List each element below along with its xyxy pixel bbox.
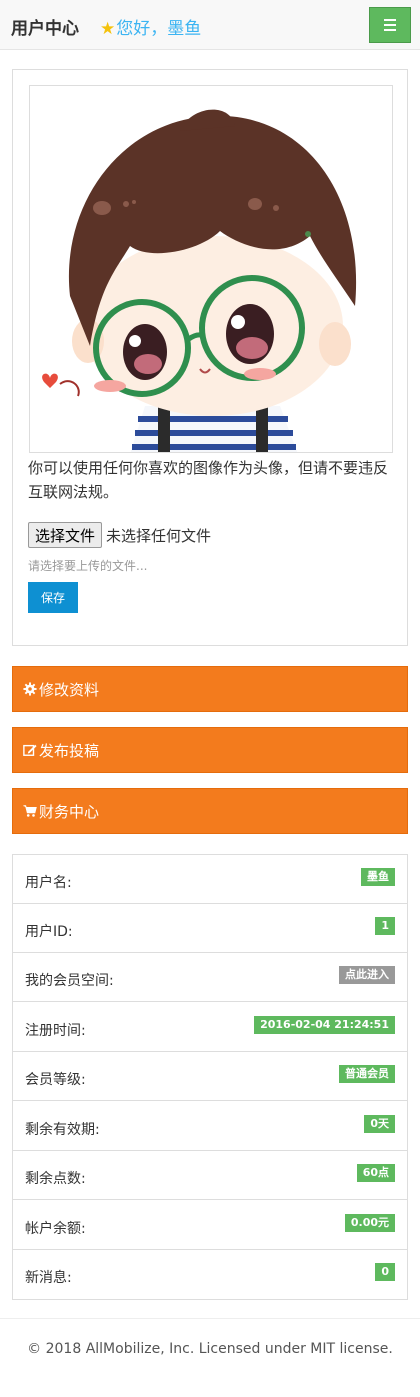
- info-row-points: 剩余点数: 60点: [13, 1151, 407, 1200]
- nav-label: 修改资料: [39, 680, 100, 699]
- info-label: 帐户余额:: [25, 1221, 86, 1237]
- hamburger-menu-button[interactable]: [369, 7, 411, 43]
- info-row-balance: 帐户余额: 0.00元: [13, 1201, 407, 1250]
- member-level-badge: 普通会员: [339, 1065, 395, 1083]
- avatar-panel: 你可以使用任何你喜欢的图像作为头像，但请不要违反互联网法规。 选择文件 未选择任…: [12, 69, 408, 646]
- info-row-user-id: 用户ID: 1: [13, 904, 407, 953]
- file-upload-row: 选择文件 未选择任何文件: [28, 522, 211, 548]
- hamburger-icon: [384, 19, 396, 21]
- messages-badge: 0: [375, 1263, 395, 1281]
- choose-file-button[interactable]: 选择文件: [28, 522, 103, 548]
- info-label: 会员等级:: [25, 1072, 86, 1088]
- info-label: 注册时间:: [25, 1023, 86, 1039]
- username-link[interactable]: 墨鱼: [167, 19, 201, 39]
- username-badge: 墨鱼: [361, 868, 395, 886]
- user-info-list: 用户名: 墨鱼 用户ID: 1 我的会员空间: 点此进入 注册时间: 2016-…: [12, 854, 408, 1300]
- nav-label: 财务中心: [39, 802, 100, 821]
- greeting: ★您好，墨鱼: [100, 14, 201, 39]
- cartoon-avatar-illustration: [30, 86, 392, 452]
- edit-icon: [23, 743, 37, 757]
- page-title: 用户中心: [11, 19, 79, 39]
- greeting-text: 您好，: [116, 19, 168, 39]
- file-status-text: 未选择任何文件: [106, 526, 212, 545]
- info-row-register-time: 注册时间: 2016-02-04 21:24:51: [13, 1003, 407, 1052]
- balance-badge: 0.00元: [344, 1214, 395, 1232]
- register-time-badge: 2016-02-04 21:24:51: [254, 1016, 395, 1034]
- info-label: 剩余有效期:: [25, 1122, 100, 1138]
- avatar-instruction-text: 你可以使用任何你喜欢的图像作为头像，但请不要违反互联网法规。: [28, 459, 389, 501]
- footer-divider: [0, 1318, 420, 1319]
- gear-icon: [23, 682, 37, 696]
- info-row-member-level: 会员等级: 普通会员: [13, 1052, 407, 1101]
- info-label: 新消息:: [25, 1270, 72, 1286]
- info-row-member-space: 我的会员空间: 点此进入: [13, 953, 407, 1002]
- info-label: 用户名:: [25, 875, 72, 891]
- file-hint-text: 请选择要上传的文件...: [28, 559, 148, 573]
- nav-finance-center[interactable]: 财务中心: [12, 788, 408, 834]
- member-space-link[interactable]: 点此进入: [339, 966, 395, 984]
- cart-icon: [23, 804, 37, 818]
- points-badge: 60点: [356, 1164, 395, 1182]
- star-icon: ★: [100, 19, 116, 39]
- avatar-image: [29, 85, 393, 453]
- info-label: 我的会员空间:: [25, 973, 114, 989]
- nav-publish-post[interactable]: 发布投稿: [12, 727, 408, 773]
- nav-edit-profile[interactable]: 修改资料: [12, 666, 408, 712]
- user-id-badge: 1: [375, 917, 395, 935]
- top-header: 用户中心 ★您好，墨鱼: [0, 0, 420, 50]
- info-label: 用户ID:: [25, 924, 73, 940]
- nav-label: 发布投稿: [39, 741, 100, 760]
- validity-badge: 0天: [364, 1115, 395, 1133]
- save-button[interactable]: 保存: [28, 582, 78, 613]
- footer-copyright: © 2018 AllMobilize, Inc. Licensed under …: [27, 1341, 393, 1357]
- info-label: 剩余点数:: [25, 1171, 86, 1187]
- info-row-messages: 新消息: 0: [13, 1250, 407, 1299]
- info-row-username: 用户名: 墨鱼: [13, 855, 407, 904]
- info-row-validity: 剩余有效期: 0天: [13, 1102, 407, 1151]
